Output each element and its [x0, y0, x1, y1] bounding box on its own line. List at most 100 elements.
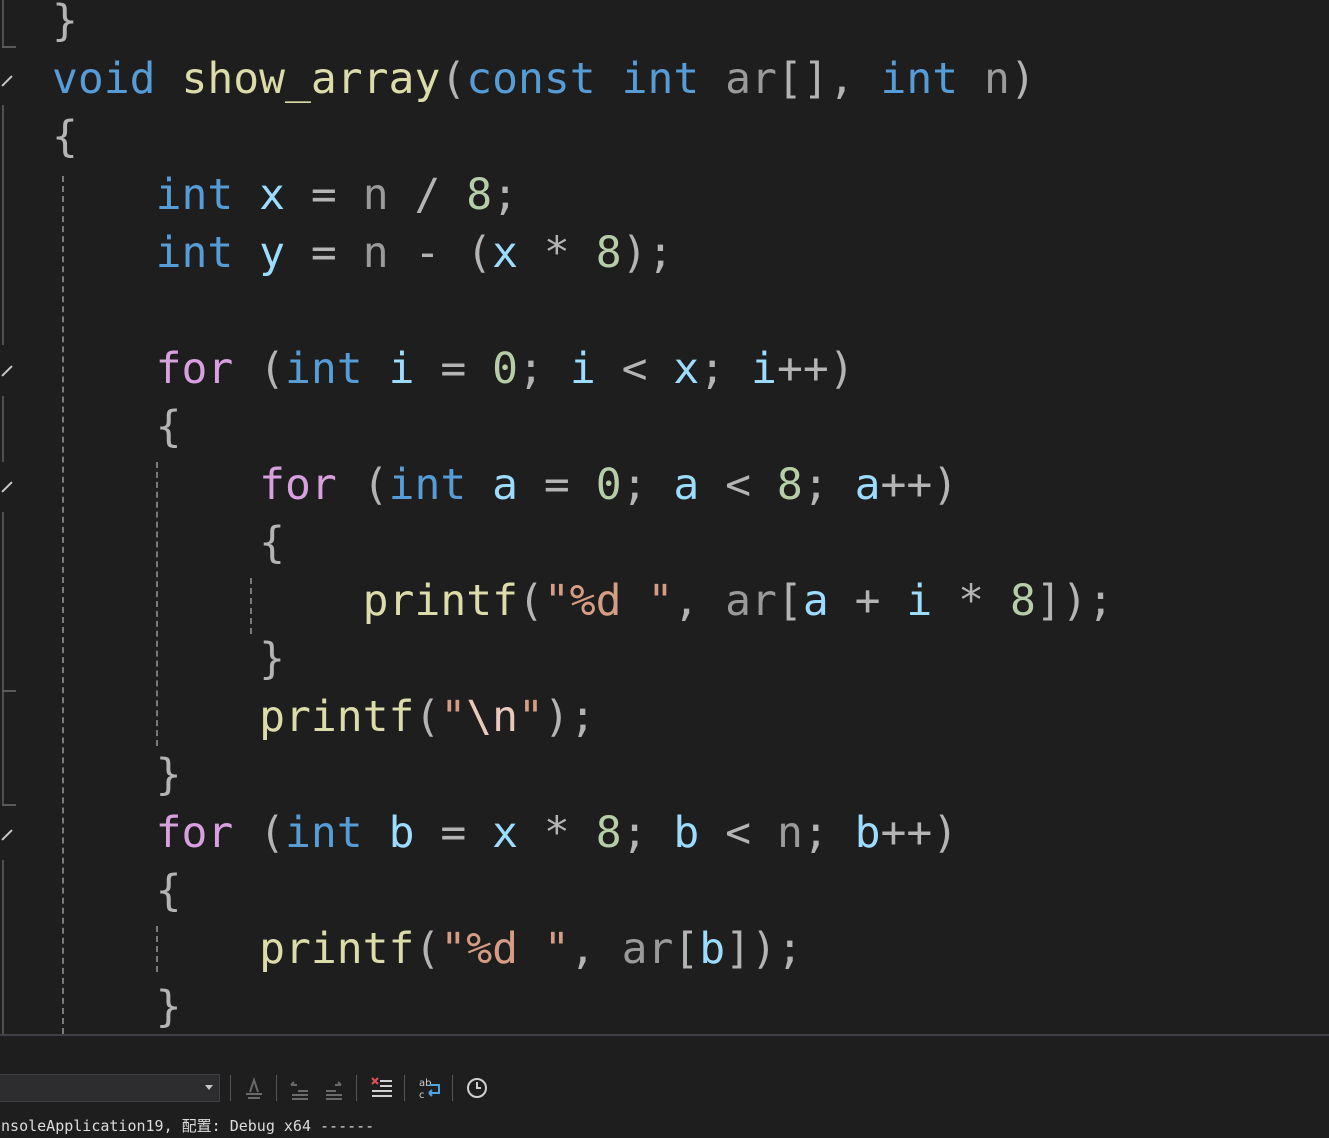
clear-all-icon[interactable]	[370, 1076, 394, 1100]
code-line[interactable]: {	[52, 398, 182, 456]
previous-message-icon[interactable]	[288, 1076, 312, 1100]
code-token: i	[569, 344, 596, 394]
code-token: {	[155, 402, 182, 452]
code-token: <	[595, 344, 674, 394]
code-token: a	[492, 460, 519, 510]
code-line[interactable]: printf("\n");	[52, 688, 596, 746]
outline-end-tick	[2, 804, 16, 806]
outline-margin-line	[2, 692, 4, 806]
code-editor[interactable]: } void show_array(const int ar[], int n){…	[0, 0, 1329, 1034]
collapse-inner-for-icon[interactable]	[1, 481, 13, 493]
code-line[interactable]: {	[52, 108, 78, 166]
code-token: }	[155, 982, 182, 1032]
code-token: "%d "	[543, 576, 674, 626]
code-token: 8	[595, 228, 622, 278]
code-token: }	[52, 0, 78, 46]
code-line[interactable]: int x = n / 8;	[52, 166, 518, 224]
code-token: [	[776, 576, 803, 626]
show-timestamps-icon[interactable]	[465, 1076, 489, 1100]
output-source-dropdown[interactable]	[0, 1074, 220, 1102]
code-token: int	[285, 344, 363, 394]
collapse-for-loop-icon[interactable]	[1, 365, 13, 377]
code-token: int	[388, 460, 467, 510]
code-token: (	[336, 460, 389, 510]
code-token: b	[388, 808, 415, 858]
code-token: ar	[621, 924, 674, 974]
code-token: =	[414, 344, 493, 394]
code-token: b	[854, 808, 881, 858]
code-token: ar	[725, 54, 777, 104]
code-token: show_array	[181, 54, 441, 104]
code-token: n	[362, 170, 389, 220]
code-token: (	[414, 924, 441, 974]
code-line[interactable]: for (int i = 0; i < x; i++)	[52, 340, 855, 398]
toolbar-separator	[452, 1075, 453, 1101]
code-token: x	[492, 808, 519, 858]
code-token: "	[440, 692, 467, 742]
code-token: for	[155, 808, 234, 858]
code-token: "	[518, 692, 544, 742]
outline-margin-line	[2, 396, 4, 462]
code-line[interactable]: }	[52, 0, 78, 50]
code-token: - (	[388, 228, 493, 278]
code-token: 0	[595, 460, 622, 510]
outline-margin-line	[2, 860, 4, 1034]
code-token: ar	[725, 576, 777, 626]
code-token: i	[906, 576, 933, 626]
toggle-word-wrap-icon[interactable]: ab c	[418, 1076, 442, 1100]
code-line[interactable]: {	[52, 514, 285, 572]
collapse-for-loop-icon[interactable]	[1, 829, 13, 841]
code-line[interactable]: {	[52, 862, 182, 920]
collapse-function-icon[interactable]	[1, 75, 13, 87]
code-token: int	[155, 228, 234, 278]
code-token: n	[984, 54, 1010, 104]
code-line[interactable]: printf("%d ", ar[b]);	[52, 920, 803, 978]
svg-text:c: c	[419, 1090, 425, 1100]
find-message-icon[interactable]	[242, 1076, 266, 1100]
code-token: ;	[802, 460, 855, 510]
code-token: int	[880, 54, 959, 104]
code-line[interactable]: }	[52, 978, 182, 1034]
code-token: n	[776, 808, 803, 858]
code-line[interactable]: for (int a = 0; a < 8; a++)	[52, 456, 958, 514]
code-token: }	[259, 634, 285, 684]
code-token: int	[155, 170, 234, 220]
code-line[interactable]: void show_array(const int ar[], int n)	[52, 50, 1036, 108]
code-line[interactable]: }	[52, 630, 285, 688]
code-token: 8	[1009, 576, 1036, 626]
code-line[interactable]: for (int b = x * 8; b < n; b++)	[52, 804, 959, 862]
code-token: );	[543, 692, 596, 742]
outline-end-tick	[2, 690, 16, 692]
code-token: ;	[621, 460, 674, 510]
code-line[interactable]: printf("%d ", ar[a + i * 8]);	[52, 572, 1114, 630]
code-token: printf	[362, 576, 519, 626]
code-line[interactable]: int y = n - (x * 8);	[52, 224, 674, 282]
code-token: int	[285, 808, 363, 858]
code-token: [	[673, 924, 700, 974]
next-message-icon[interactable]	[322, 1076, 346, 1100]
toolbar-separator	[404, 1075, 405, 1101]
outline-margin-line	[2, 0, 4, 48]
outline-end-tick	[2, 46, 16, 48]
code-token: a	[802, 576, 829, 626]
code-token: i	[388, 344, 415, 394]
code-token: n	[362, 228, 389, 278]
code-token: 8	[776, 460, 803, 510]
code-line[interactable]: }	[52, 746, 182, 804]
code-token: (	[440, 54, 467, 104]
toolbar-separator	[276, 1075, 277, 1101]
code-token: \n	[466, 692, 519, 742]
code-token: ++)	[776, 344, 855, 394]
